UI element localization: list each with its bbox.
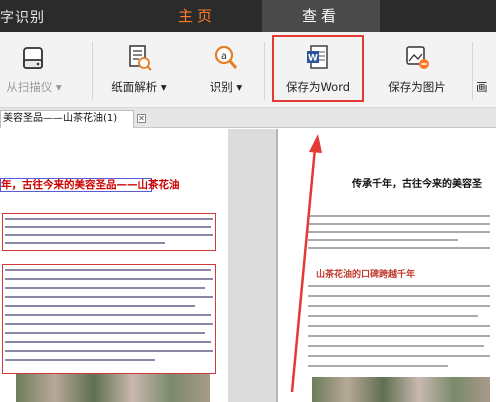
document-tab-strip: 美容圣品——山茶花油(1) ✕ [0,108,496,128]
preview-subtitle: 山茶花油的口碑跨越千年 [316,270,416,280]
preview-title: 传承千年，古往今来的美容圣 [352,179,482,190]
scan-label: 从扫描仪 ▾ [6,80,62,94]
ribbon-toolbar: 从扫描仪 ▾ 纸面解析 ▾ a 识别 ▾ W 保存为Word 保存为图片 画 [0,32,496,108]
tab-home[interactable]: 主页 [138,0,256,32]
source-page-pane[interactable]: 年，古往今来的美容圣品——山茶花油 [0,129,228,402]
close-icon[interactable]: ✕ [137,114,146,123]
page-parse-button[interactable]: 纸面解析 ▾ [98,32,180,108]
text-region[interactable] [2,213,216,251]
scanner-icon [23,47,43,69]
svg-text:a: a [221,51,227,62]
ribbon-separator [264,42,265,100]
tab-view[interactable]: 查看 [262,0,380,32]
save-image-button[interactable]: 保存为图片 [376,32,458,108]
page-parse-icon [129,45,152,71]
save-image-label: 保存为图片 [388,80,446,94]
scan-button[interactable]: 从扫描仪 ▾ [0,32,68,108]
app-title: 字识别 [0,10,45,26]
recognize-icon: a [214,45,238,69]
ribbon-separator [92,42,93,100]
pane-divider [228,129,278,402]
page-parse-label: 纸面解析 ▾ [111,80,167,94]
text-region[interactable] [2,264,216,374]
preview-page-pane[interactable]: 传承千年，古往今来的美容圣 山茶花油的口碑跨越千年 [278,129,496,402]
recognize-label: 识别 ▾ [209,80,243,94]
more-tool-label: 画 [476,80,488,94]
recognize-button[interactable]: a 识别 ▾ [196,32,256,108]
preview-image [312,377,490,402]
document-tab[interactable]: 美容圣品——山茶花油(1) [0,110,134,128]
save-word-highlight [272,35,364,102]
ribbon-separator [472,42,473,100]
recognized-heading: 年，古往今来的美容圣品——山茶花油 [0,178,180,192]
image-region[interactable] [16,374,210,402]
image-save-icon [406,46,429,69]
title-bar: 字识别 主页 查看 [0,0,496,32]
more-tool-button[interactable]: 画 [476,32,496,108]
